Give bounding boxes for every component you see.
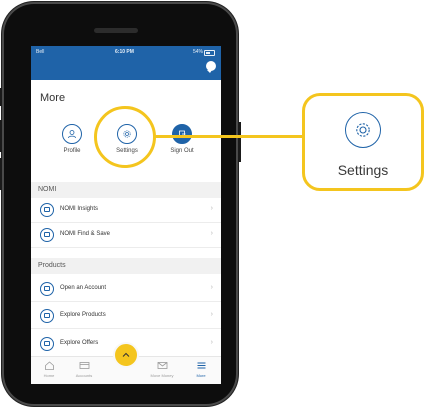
chevron-right-icon: › <box>210 230 213 237</box>
phone-mute-switch <box>0 88 2 106</box>
nav-accounts[interactable]: Accounts <box>69 360 99 378</box>
list-item-label: NOMI Find & Save <box>60 231 111 237</box>
list-item-explore-products[interactable]: Explore Products › <box>31 304 221 329</box>
nav-home-label: Home <box>43 373 55 378</box>
chat-icon[interactable] <box>206 61 216 73</box>
quick-action-button[interactable] <box>113 342 139 368</box>
nav-more[interactable]: More <box>186 360 216 378</box>
profile-label: Profile <box>63 148 81 154</box>
section-title-products: Products <box>38 262 66 269</box>
highlight-ring <box>94 106 156 168</box>
nav-move-money[interactable]: Move Money <box>147 360 177 378</box>
carrier-label: Bell <box>36 49 45 55</box>
chevron-right-icon: › <box>210 205 213 212</box>
home-icon <box>44 361 54 370</box>
section-header-products: Products <box>31 258 221 274</box>
nav-accounts-label: Accounts <box>75 373 93 378</box>
chevron-right-icon: › <box>210 311 213 318</box>
profile-icon <box>62 124 82 144</box>
callout-connector <box>155 135 305 138</box>
app-header: Bell 6:10 PM 54% <box>31 46 221 80</box>
phone-volume-down <box>0 158 2 190</box>
list-item-label: NOMI Insights <box>60 206 99 212</box>
move-money-icon <box>157 362 167 369</box>
section-title-nomi: NOMI <box>38 186 57 193</box>
phone-power-button <box>238 122 241 162</box>
accounts-icon <box>79 362 89 369</box>
status-bar: Bell 6:10 PM 54% <box>31 49 221 58</box>
battery-percent: 54% <box>192 49 203 55</box>
page-title: More <box>40 92 66 104</box>
section-header-nomi: NOMI <box>31 182 221 198</box>
settings-callout: Settings <box>302 93 424 191</box>
phone-speaker <box>94 28 138 33</box>
tutorial-stage: Bell 6:10 PM 54% More Profile Settings S… <box>0 0 428 411</box>
explore-products-icon <box>40 309 54 323</box>
chevron-up-icon <box>122 352 130 357</box>
battery-icon <box>204 50 215 56</box>
nav-move-money-label: Move Money <box>150 373 174 378</box>
find-save-icon <box>40 228 54 242</box>
chevron-right-icon: › <box>210 284 213 291</box>
list-item-nomi-insights[interactable]: NOMI Insights › <box>31 198 221 223</box>
sign-out-icon <box>172 124 192 144</box>
clock: 6:10 PM <box>115 49 134 55</box>
list-item-open-account[interactable]: Open an Account › <box>31 277 221 302</box>
app-screen: Bell 6:10 PM 54% More Profile Settings S… <box>31 46 221 384</box>
sign-out-label: Sign Out <box>170 148 194 154</box>
gear-icon <box>345 112 381 148</box>
list-item-label: Explore Offers <box>60 340 99 346</box>
menu-icon <box>197 362 205 369</box>
nav-home[interactable]: Home <box>34 360 64 378</box>
callout-label: Settings <box>337 162 389 178</box>
list-item-label: Explore Products <box>60 312 106 318</box>
list-item-nomi-find-save[interactable]: NOMI Find & Save › <box>31 223 221 248</box>
nav-more-label: More <box>196 373 206 378</box>
explore-offers-icon <box>40 337 54 351</box>
phone-frame: Bell 6:10 PM 54% More Profile Settings S… <box>0 2 241 406</box>
chevron-right-icon: › <box>210 339 213 346</box>
phone-volume-up <box>0 120 2 152</box>
insights-icon <box>40 203 54 217</box>
list-item-label: Open an Account <box>60 285 107 291</box>
profile-button[interactable]: Profile <box>49 124 95 154</box>
open-account-icon <box>40 282 54 296</box>
sign-out-button[interactable]: Sign Out <box>159 124 205 154</box>
